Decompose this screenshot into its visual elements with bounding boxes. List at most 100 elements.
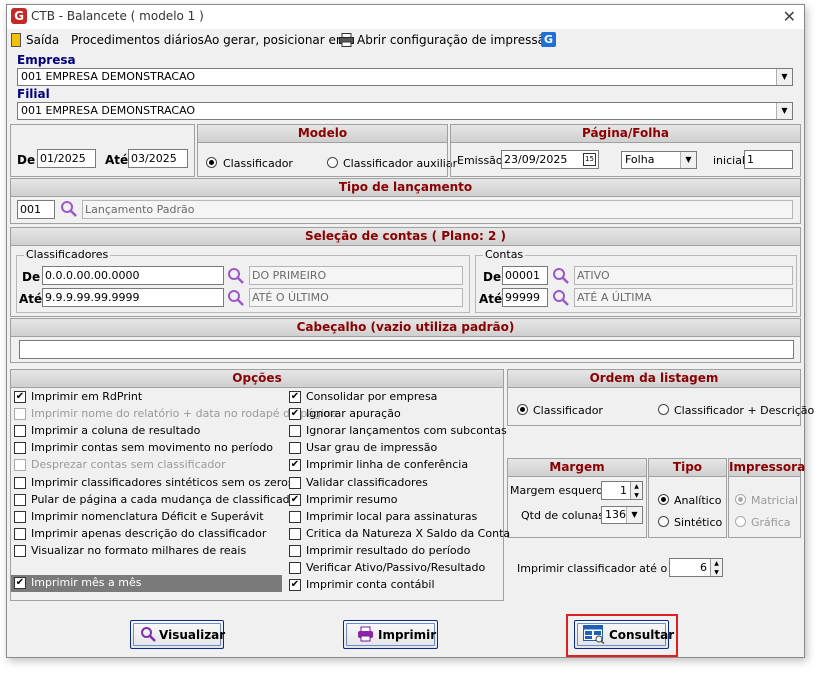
checkbox[interactable]: [289, 510, 301, 523]
search-icon[interactable]: [227, 267, 245, 285]
checkbox[interactable]: [14, 544, 26, 557]
chevron-down-icon[interactable]: ▼: [680, 152, 696, 168]
checkbox[interactable]: [14, 442, 26, 455]
search-icon[interactable]: [227, 289, 245, 307]
periodo-ate-input[interactable]: 03/2025: [128, 149, 188, 168]
contas-title: Contas: [483, 248, 526, 261]
ordem-classificador-label: Classificador: [533, 404, 603, 417]
cabecalho-input[interactable]: [19, 340, 794, 359]
margem-esquerda-input[interactable]: 1 ▲ ▼: [601, 481, 643, 500]
calendar-icon[interactable]: 15: [583, 153, 596, 166]
pagina-tipo-select[interactable]: Folha ▼: [621, 151, 697, 169]
empresa-select[interactable]: 001 EMPRESA DEMONSTRACAO ▼: [17, 68, 793, 86]
checkbox[interactable]: ✔: [289, 493, 301, 506]
tipo-title: Tipo: [649, 459, 726, 477]
modelo-classificador-auxiliar-radio[interactable]: [327, 157, 338, 168]
opcao-label: Imprimir local para assinaturas: [306, 509, 478, 523]
exit-door-icon[interactable]: [11, 33, 21, 47]
opcao-label: Consolidar por empresa: [306, 390, 438, 403]
periodo-de-input[interactable]: 01/2025: [37, 149, 96, 168]
emissao-input[interactable]: 23/09/2025 15: [501, 150, 599, 169]
opcoes-title: Opções: [11, 370, 503, 388]
checkbox[interactable]: [14, 510, 26, 523]
empresa-label: Empresa: [17, 53, 76, 67]
impressora-grafica-radio[interactable]: [735, 516, 746, 527]
opcao-label: Imprimir resultado do período: [306, 543, 471, 557]
opcao-label: Imprimir a coluna de resultado: [31, 424, 201, 438]
qtd-colunas-select[interactable]: 136 ▼: [601, 506, 643, 524]
search-icon[interactable]: [552, 267, 570, 285]
checkbox[interactable]: [14, 408, 26, 421]
checkbox[interactable]: [289, 476, 301, 489]
classificador-de-input[interactable]: 0.0.0.00.00.0000: [42, 266, 224, 285]
filial-select[interactable]: 001 EMPRESA DEMONSTRACAO ▼: [17, 102, 793, 120]
menu-procedimentos-diarios[interactable]: Procedimentos diários: [71, 33, 204, 47]
contas-ate-input[interactable]: 99999: [502, 288, 548, 307]
opcao-label: Imprimir em RdPrint: [31, 390, 143, 403]
checkbox[interactable]: ✔: [14, 577, 26, 589]
menu-ao-gerar-posicionar[interactable]: Ao gerar, posicionar em: [204, 33, 348, 47]
opcao-label: Pular de página a cada mudança de classi…: [31, 492, 301, 506]
checkbox[interactable]: [14, 425, 26, 438]
help-g-icon[interactable]: G: [541, 32, 556, 47]
checkbox[interactable]: [289, 425, 301, 438]
classificador-de-label: De: [22, 270, 41, 284]
grau-input[interactable]: 6 ▲ ▼: [669, 558, 723, 577]
balancete-window: G CTB - Balancete ( modelo 1 ) ✕ Saída P…: [6, 4, 814, 658]
ordem-classificador-descricao-radio[interactable]: [658, 404, 669, 415]
tipo-analitico-radio[interactable]: [658, 494, 669, 505]
opcao-imprimir-mes-a-mes-label: Imprimir mês a mês: [31, 576, 142, 589]
pagina-tipo-value: Folha: [625, 153, 655, 166]
visualizar-label: Visualizar: [159, 628, 226, 642]
classificador-de-desc: DO PRIMEIRO: [249, 266, 463, 285]
checkbox[interactable]: [289, 562, 301, 574]
checkbox[interactable]: ✔: [289, 391, 301, 403]
spin-arrows-icon[interactable]: ▲ ▼: [710, 559, 722, 576]
checkbox[interactable]: [14, 476, 26, 489]
checkbox[interactable]: [14, 459, 26, 472]
checkbox[interactable]: [289, 544, 301, 557]
classificadores-title: Classificadores: [24, 248, 111, 261]
menu-abrir-configuracao-impressao[interactable]: Abrir configuração de impressão: [357, 33, 552, 47]
close-icon[interactable]: ✕: [783, 7, 796, 26]
checkbox[interactable]: ✔: [14, 391, 26, 403]
checkbox[interactable]: ✔: [289, 579, 301, 592]
impressora-matricial-radio[interactable]: [735, 494, 746, 505]
modelo-classificador-radio[interactable]: [206, 157, 217, 168]
impressora-grafica-label: Gráfica: [751, 516, 791, 529]
qtd-colunas-value: 136: [605, 508, 626, 521]
modelo-classificador-auxiliar-label: Classificador auxiliar: [343, 157, 458, 170]
checkbox[interactable]: ✔: [289, 408, 301, 421]
checkbox[interactable]: [289, 442, 301, 455]
search-icon[interactable]: [552, 289, 570, 307]
contas-de-input[interactable]: 00001: [502, 266, 548, 285]
chevron-down-icon[interactable]: ▼: [626, 507, 642, 523]
checkbox[interactable]: [289, 527, 301, 540]
tipo-lancamento-code-input[interactable]: 001: [17, 200, 55, 219]
contas-ate-label: Até: [479, 292, 503, 306]
opcao-label: Imprimir resumo: [306, 492, 398, 506]
opcao-label: Usar grau de impressão: [306, 441, 438, 455]
imprimir-button[interactable]: Imprimir: [343, 620, 438, 649]
search-icon[interactable]: [60, 200, 78, 218]
tipo-sintetico-radio[interactable]: [658, 516, 669, 527]
periodo-de-label: De: [17, 153, 36, 167]
consultar-button[interactable]: Consultar: [574, 620, 674, 649]
ordem-classificador-radio[interactable]: [517, 404, 528, 415]
inicial-input[interactable]: 1: [744, 150, 793, 169]
checkbox[interactable]: [14, 527, 26, 540]
visualizar-button[interactable]: Visualizar: [130, 620, 226, 649]
classificador-ate-input[interactable]: 9.9.9.99.99.9999: [42, 288, 224, 307]
inicial-label: inicial: [713, 154, 745, 167]
chevron-down-icon[interactable]: ▼: [776, 103, 792, 119]
printer-icon[interactable]: [339, 33, 354, 47]
margem-esquerda-value: 1: [620, 484, 627, 497]
opcao-label: Imprimir conta contábil: [306, 578, 435, 592]
chevron-down-icon[interactable]: ▼: [776, 69, 792, 85]
opcao-label: Ignorar lançamentos com subcontas: [306, 424, 507, 438]
checkbox[interactable]: [14, 493, 26, 506]
checkbox[interactable]: ✔: [289, 459, 301, 472]
spin-arrows-icon[interactable]: ▲ ▼: [630, 482, 642, 499]
opcao-highlight-row[interactable]: ✔ Imprimir mês a mês: [11, 575, 282, 592]
menu-saida[interactable]: Saída: [26, 33, 59, 47]
